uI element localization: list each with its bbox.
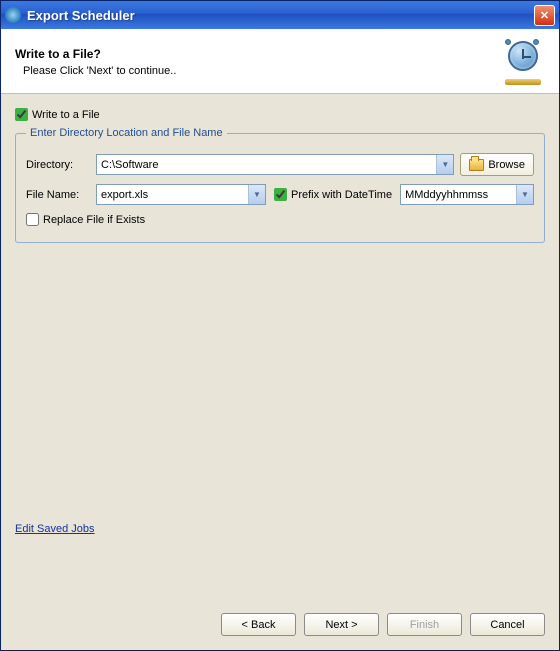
replace-checkbox[interactable] xyxy=(26,213,39,226)
close-button[interactable]: ✕ xyxy=(534,5,555,26)
export-scheduler-window: Export Scheduler ✕ Write to a File? Plea… xyxy=(0,0,560,651)
prefix-row[interactable]: Prefix with DateTime xyxy=(274,188,392,201)
titlebar: Export Scheduler ✕ xyxy=(1,1,559,29)
prefix-checkbox[interactable] xyxy=(274,188,287,201)
finish-button: Finish xyxy=(387,613,462,636)
browse-button[interactable]: Browse xyxy=(460,153,534,176)
directory-groupbox: Enter Directory Location and File Name D… xyxy=(15,127,545,243)
prefix-label: Prefix with DateTime xyxy=(291,189,392,201)
wizard-header: Write to a File? Please Click 'Next' to … xyxy=(1,29,559,94)
directory-row: Directory: C:\Software ▼ Browse xyxy=(26,153,534,176)
back-button[interactable]: < Back xyxy=(221,613,296,636)
directory-label: Directory: xyxy=(26,159,90,171)
directory-value: C:\Software xyxy=(97,159,436,171)
directory-combobox[interactable]: C:\Software ▼ xyxy=(96,154,454,175)
datetime-format-value: MMddyyhhmmss xyxy=(401,189,516,201)
window-title: Export Scheduler xyxy=(27,8,534,23)
replace-label: Replace File if Exists xyxy=(43,214,145,226)
filename-label: File Name: xyxy=(26,189,90,201)
wizard-header-text: Write to a File? Please Click 'Next' to … xyxy=(15,47,501,77)
page-title: Write to a File? xyxy=(15,47,501,61)
edit-saved-jobs-link[interactable]: Edit Saved Jobs xyxy=(15,523,95,535)
chevron-down-icon[interactable]: ▼ xyxy=(516,185,533,204)
groupbox-legend: Enter Directory Location and File Name xyxy=(26,127,227,139)
chevron-down-icon[interactable]: ▼ xyxy=(436,155,453,174)
datetime-format-combobox[interactable]: MMddyyhhmmss ▼ xyxy=(400,184,534,205)
write-to-file-row[interactable]: Write to a File xyxy=(15,108,545,121)
write-to-file-label: Write to a File xyxy=(32,109,100,121)
clock-icon xyxy=(501,39,545,85)
filename-combobox[interactable]: export.xls ▼ xyxy=(96,184,266,205)
chevron-down-icon[interactable]: ▼ xyxy=(248,185,265,204)
wizard-footer: < Back Next > Finish Cancel xyxy=(1,603,559,650)
write-to-file-checkbox[interactable] xyxy=(15,108,28,121)
replace-row[interactable]: Replace File if Exists xyxy=(26,213,534,226)
app-icon xyxy=(5,7,21,23)
next-button[interactable]: Next > xyxy=(304,613,379,636)
close-icon: ✕ xyxy=(540,9,549,22)
wizard-content: Write to a File Enter Directory Location… xyxy=(1,94,559,603)
filename-row: File Name: export.xls ▼ Prefix with Date… xyxy=(26,184,534,205)
cancel-button[interactable]: Cancel xyxy=(470,613,545,636)
page-subtitle: Please Click 'Next' to continue.. xyxy=(23,65,501,77)
browse-label: Browse xyxy=(488,159,525,171)
filename-value: export.xls xyxy=(97,189,248,201)
folder-icon xyxy=(469,159,484,171)
spacer xyxy=(15,243,545,523)
